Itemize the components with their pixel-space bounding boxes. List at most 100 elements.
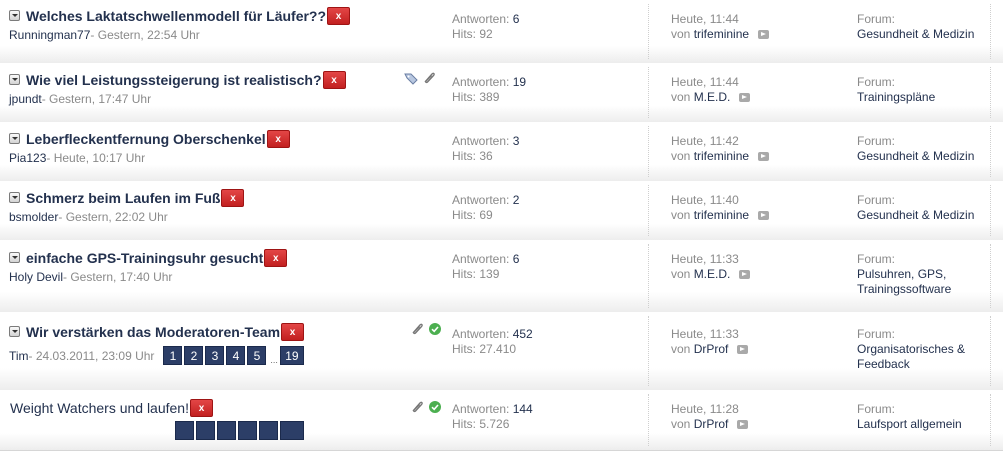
page-button-last[interactable]: 19 <box>279 346 304 365</box>
page-button-3[interactable]: 3 <box>205 346 225 365</box>
go-to-last-post-icon[interactable] <box>739 93 751 102</box>
thread-row: Weight Watchers und laufen! x Antworten:… <box>0 390 1003 451</box>
by-label: von <box>671 90 694 104</box>
forum-cell: Forum: Trainingspläne <box>857 75 987 105</box>
thread-title-cell: Wie viel Leistungssteigerung ist realist… <box>9 70 441 106</box>
thread-stats: Antworten: 452 Hits: 27.410 <box>452 327 533 357</box>
replies-label: Antworten: <box>452 134 513 148</box>
thread-options-checkbox[interactable] <box>9 325 20 337</box>
by-label: von <box>671 267 694 281</box>
page-button[interactable] <box>259 421 278 440</box>
forum-link[interactable]: Trainingspläne <box>857 90 935 104</box>
thread-author-link[interactable]: Pia123 <box>9 151 46 165</box>
delete-button[interactable]: x <box>281 323 305 341</box>
page-button-4[interactable]: 4 <box>226 346 246 365</box>
check-icon <box>429 401 441 413</box>
column-divider <box>648 244 649 308</box>
delete-button[interactable]: x <box>266 130 290 148</box>
thread-title-link[interactable]: Welches Laktatschwellenmodell für Läufer… <box>26 8 326 24</box>
thread-options-checkbox[interactable] <box>9 132 20 144</box>
thread-author-link[interactable]: Holy Devil <box>9 270 63 284</box>
replies-label: Antworten: <box>452 75 513 89</box>
column-divider <box>990 244 991 308</box>
thread-title-link[interactable]: Leberfleckentfernung Oberschenkel <box>26 131 266 147</box>
forum-link[interactable]: Gesundheit & Medizin <box>857 27 974 41</box>
by-label: von <box>671 149 694 163</box>
thread-row: Schmerz beim Laufen im Fuß x bsmolder - … <box>0 181 1003 241</box>
forum-link-line: Trainingssoftware <box>857 282 952 296</box>
thread-title-link[interactable]: Schmerz beim Laufen im Fuß <box>26 190 220 206</box>
hits-count: 36 <box>479 149 493 163</box>
go-to-last-post-icon[interactable] <box>758 152 770 161</box>
go-to-last-post-icon[interactable] <box>758 30 770 39</box>
replies-label: Antworten: <box>452 252 513 266</box>
page-button[interactable] <box>196 421 215 440</box>
delete-button[interactable]: x <box>322 71 346 89</box>
thread-stats: Antworten: 2 Hits: 69 <box>452 193 519 223</box>
thread-author-link[interactable]: jpundt <box>9 92 42 106</box>
last-post-user-link[interactable]: trifeminine <box>694 208 749 222</box>
page-button[interactable] <box>217 421 236 440</box>
thread-author-link[interactable]: Runningman77 <box>9 28 90 42</box>
page-button[interactable] <box>238 421 257 440</box>
column-divider <box>648 394 649 446</box>
forum-link[interactable]: Gesundheit & Medizin <box>857 149 974 163</box>
by-label: von <box>671 417 694 431</box>
forum-link[interactable]: Gesundheit & Medizin <box>857 208 974 222</box>
forum-link[interactable]: Organisatorisches & Feedback <box>857 342 987 372</box>
thread-title-link[interactable]: Weight Watchers und laufen! <box>10 400 189 416</box>
thread-author-link[interactable]: bsmolder <box>9 210 58 224</box>
page-button-5[interactable]: 5 <box>247 346 267 365</box>
thread-date: - Heute, 10:17 Uhr <box>46 151 146 165</box>
replies-label: Antworten: <box>452 193 513 207</box>
column-divider <box>990 316 991 386</box>
go-to-last-post-icon[interactable] <box>737 345 749 354</box>
thread-title-link[interactable]: Wie viel Leistungssteigerung ist realist… <box>26 72 322 88</box>
thread-options-checkbox[interactable] <box>9 191 20 203</box>
last-post-cell: Heute, 11:44 von trifeminine <box>671 12 770 42</box>
last-post-user-link[interactable]: trifeminine <box>694 27 749 41</box>
thread-icons <box>410 322 442 336</box>
delete-button[interactable]: x <box>221 189 245 207</box>
thread-stats: Antworten: 6 Hits: 139 <box>452 252 519 282</box>
thread-date: - Gestern, 17:40 Uhr <box>63 270 173 284</box>
forum-link[interactable]: Laufsport allgemein <box>857 417 962 431</box>
page-button-last[interactable] <box>280 421 304 440</box>
thread-author-link[interactable]: Tim <box>9 349 29 363</box>
by-label: von <box>671 342 694 356</box>
thread-date: - Gestern, 22:02 Uhr <box>58 210 168 224</box>
delete-button[interactable]: x <box>264 249 288 267</box>
forum-cell: Forum: Organisatorisches & Feedback <box>857 327 987 372</box>
delete-button[interactable]: x <box>190 399 213 417</box>
thread-options-checkbox[interactable] <box>9 73 20 85</box>
delete-button[interactable]: x <box>327 7 351 25</box>
page-button[interactable] <box>175 421 194 440</box>
column-divider <box>648 67 649 118</box>
last-post-time: Heute, 11:33 <box>671 252 739 266</box>
thread-row: einfache GPS-Trainingsuhr gesucht x Holy… <box>0 240 1003 313</box>
page-button-1[interactable]: 1 <box>163 346 183 365</box>
last-post-user-link[interactable]: M.E.D. <box>694 90 731 104</box>
check-icon <box>429 323 441 335</box>
hits-label: Hits: <box>452 267 480 281</box>
thread-row: Leberfleckentfernung Oberschenkel x Pia1… <box>0 122 1003 182</box>
thread-options-checkbox[interactable] <box>9 9 20 21</box>
last-post-time: Heute, 11:44 <box>671 12 739 26</box>
go-to-last-post-icon[interactable] <box>737 420 749 429</box>
last-post-cell: Heute, 11:44 von M.E.D. <box>671 75 751 105</box>
last-post-user-link[interactable]: trifeminine <box>694 149 749 163</box>
thread-title-link[interactable]: Wir verstärken das Moderatoren-Team <box>26 324 280 340</box>
last-post-user-link[interactable]: DrProf <box>694 417 729 431</box>
thread-title-link[interactable]: einfache GPS-Trainingsuhr gesucht <box>26 250 263 266</box>
thread-title-cell: einfache GPS-Trainingsuhr gesucht x Holy… <box>9 248 441 284</box>
thread-options-checkbox[interactable] <box>9 251 20 263</box>
last-post-user-link[interactable]: DrProf <box>694 342 729 356</box>
last-post-user-link[interactable]: M.E.D. <box>694 267 731 281</box>
forum-link[interactable]: Pulsuhren, GPS, Trainingssoftware <box>857 267 987 297</box>
last-post-cell: Heute, 11:28 von DrProf <box>671 402 749 432</box>
forum-label: Forum: <box>857 327 896 341</box>
thread-title-cell: Schmerz beim Laufen im Fuß x bsmolder - … <box>9 188 441 224</box>
go-to-last-post-icon[interactable] <box>758 211 770 220</box>
page-button-2[interactable]: 2 <box>184 346 204 365</box>
go-to-last-post-icon[interactable] <box>739 270 751 279</box>
